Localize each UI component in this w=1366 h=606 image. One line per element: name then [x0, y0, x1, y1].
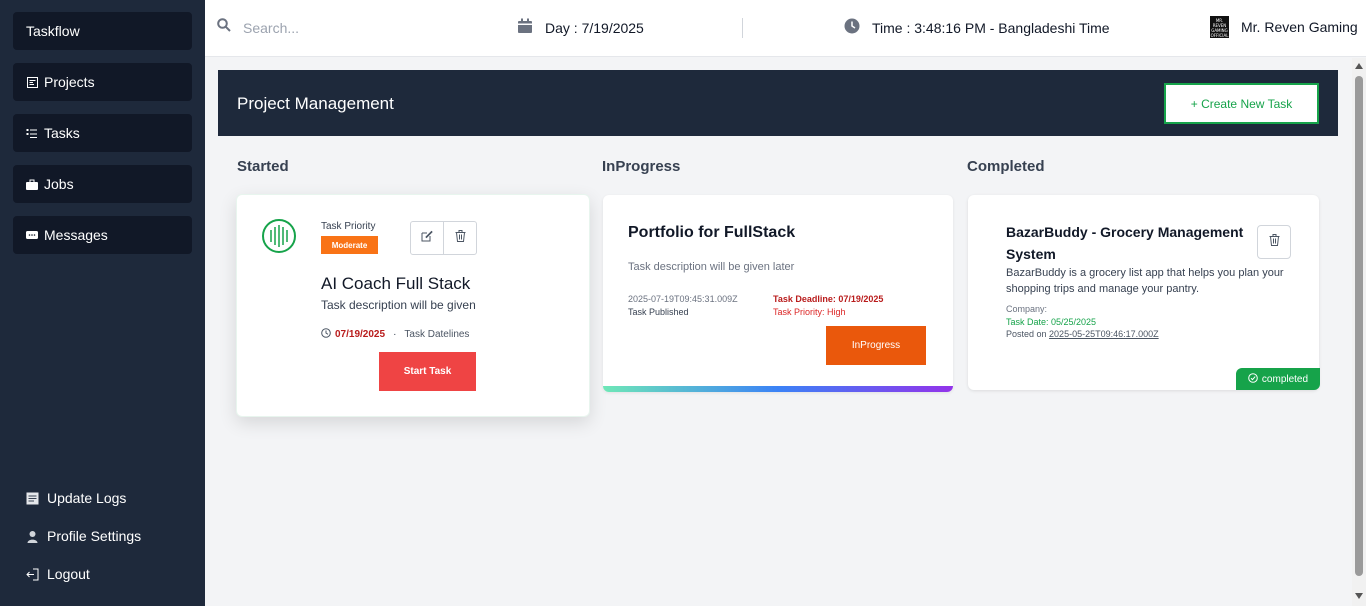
day-text: Day : 7/19/2025: [545, 19, 644, 36]
status-badge-label: completed: [1261, 373, 1309, 385]
task-title: BazarBuddy - Grocery Management System: [1006, 224, 1244, 262]
task-title: Portfolio for FullStack: [628, 224, 796, 241]
sidebar-item-label: Projects: [44, 74, 95, 90]
column-title-inprogress: InProgress: [602, 158, 681, 175]
published-date: 2025-07-19T09:45:31.009Z: [628, 294, 738, 304]
scroll-thumb[interactable]: [1355, 76, 1363, 576]
task-card-completed: BazarBuddy - Grocery Management System B…: [968, 195, 1320, 390]
brand-button[interactable]: Taskflow: [13, 12, 192, 50]
scrollbar[interactable]: [1352, 58, 1366, 606]
sidebar-item-label: Logout: [47, 566, 90, 582]
sidebar-item-label: Tasks: [44, 125, 80, 141]
day-display: Day : 7/19/2025: [517, 18, 644, 37]
task-title: AI Coach Full Stack: [321, 274, 471, 293]
card-actions: [410, 221, 477, 255]
priority-badge: Moderate: [321, 236, 378, 254]
sidebar-item-messages[interactable]: Messages: [13, 216, 192, 254]
trash-icon: [1269, 233, 1280, 251]
task-priority: Task Priority: High: [773, 307, 846, 317]
priority-label: Task Priority: [321, 221, 376, 232]
start-task-button[interactable]: Start Task: [379, 352, 476, 391]
task-logo-icon: [262, 219, 296, 253]
scroll-down-arrow-icon[interactable]: [1355, 593, 1363, 599]
user-name: Mr. Reven Gaming: [1241, 19, 1358, 35]
app-name: Taskflow: [26, 23, 80, 39]
sidebar-item-label: Jobs: [44, 176, 74, 192]
sidebar-profile-settings[interactable]: Profile Settings: [26, 528, 141, 544]
time-display: Time : 3:48:16 PM - Bangladeshi Time: [844, 18, 1110, 37]
edit-button[interactable]: [411, 222, 443, 254]
task-description: BazarBuddy is a grocery list app that he…: [1006, 267, 1284, 295]
avatar: MR. REVEN GAMING OFFICIAL: [1210, 16, 1229, 38]
topbar: Day : 7/19/2025 Time : 3:48:16 PM - Bang…: [205, 0, 1366, 57]
time-text: Time : 3:48:16 PM - Bangladeshi Time: [872, 19, 1110, 36]
progress-gradient-bar: [603, 386, 953, 392]
sidebar-logout[interactable]: Logout: [26, 566, 90, 582]
page-title: Project Management: [237, 94, 394, 113]
divider: [742, 18, 743, 38]
search-bar: [217, 18, 443, 37]
projects-icon: [26, 76, 38, 88]
column-title-started: Started: [237, 158, 289, 175]
posted-prefix: Posted on: [1006, 329, 1047, 339]
edit-icon: [421, 229, 433, 247]
sidebar-item-projects[interactable]: Projects: [13, 63, 192, 101]
clock-icon: [321, 328, 331, 341]
task-date: 07/19/2025: [335, 329, 386, 340]
published-label: Task Published: [628, 307, 689, 317]
search-icon: [217, 18, 231, 37]
task-card-inprogress: Portfolio for FullStack Task description…: [603, 195, 953, 392]
sidebar: Taskflow Projects Tasks Jobs Messages Up…: [0, 0, 205, 606]
trash-icon: [455, 229, 466, 247]
task-description: Task description will be given: [321, 298, 476, 312]
tasks-icon: [26, 127, 38, 139]
task-deadline-row: 07/19/2025 · Task Datelines: [321, 328, 469, 341]
create-task-button[interactable]: + Create New Task: [1164, 83, 1319, 124]
sidebar-item-label: Profile Settings: [47, 528, 142, 544]
delete-button[interactable]: [1257, 225, 1291, 259]
status-badge: completed: [1236, 368, 1320, 390]
delete-button[interactable]: [443, 222, 476, 254]
logout-icon: [26, 568, 39, 581]
page-header: Project Management + Create New Task: [218, 70, 1338, 136]
task-deadline: Task Deadline: 07/19/2025: [773, 294, 884, 304]
check-circle-icon: [1248, 372, 1258, 386]
message-icon: [26, 229, 38, 241]
user-menu[interactable]: MR. REVEN GAMING OFFICIAL Mr. Reven Gami…: [1210, 16, 1358, 38]
calendar-icon: [517, 18, 533, 37]
search-input[interactable]: [243, 19, 443, 36]
sidebar-update-logs[interactable]: Update Logs: [26, 490, 126, 506]
task-description: Task description will be given later: [628, 261, 795, 273]
column-title-completed: Completed: [967, 158, 1045, 175]
scroll-up-arrow-icon[interactable]: [1355, 63, 1363, 69]
user-icon: [26, 530, 39, 543]
logs-icon: [26, 492, 39, 505]
separator: ·: [393, 329, 397, 340]
sidebar-item-label: Messages: [44, 227, 108, 243]
task-card-started: Task Priority Moderate AI Coach Full Sta…: [236, 194, 590, 417]
posted-row: Posted on 2025-05-25T09:46:17.000Z: [1006, 329, 1159, 339]
sidebar-item-jobs[interactable]: Jobs: [13, 165, 192, 203]
posted-date: 2025-05-25T09:46:17.000Z: [1049, 329, 1159, 339]
briefcase-icon: [26, 178, 38, 190]
task-company: Company:: [1006, 304, 1048, 314]
task-date: Task Date: 05/25/2025: [1006, 317, 1097, 327]
sidebar-item-tasks[interactable]: Tasks: [13, 114, 192, 152]
inprogress-button[interactable]: InProgress: [826, 326, 926, 365]
sidebar-item-label: Update Logs: [47, 490, 127, 506]
clock-icon: [844, 18, 860, 37]
task-date-label: Task Datelines: [404, 329, 470, 340]
